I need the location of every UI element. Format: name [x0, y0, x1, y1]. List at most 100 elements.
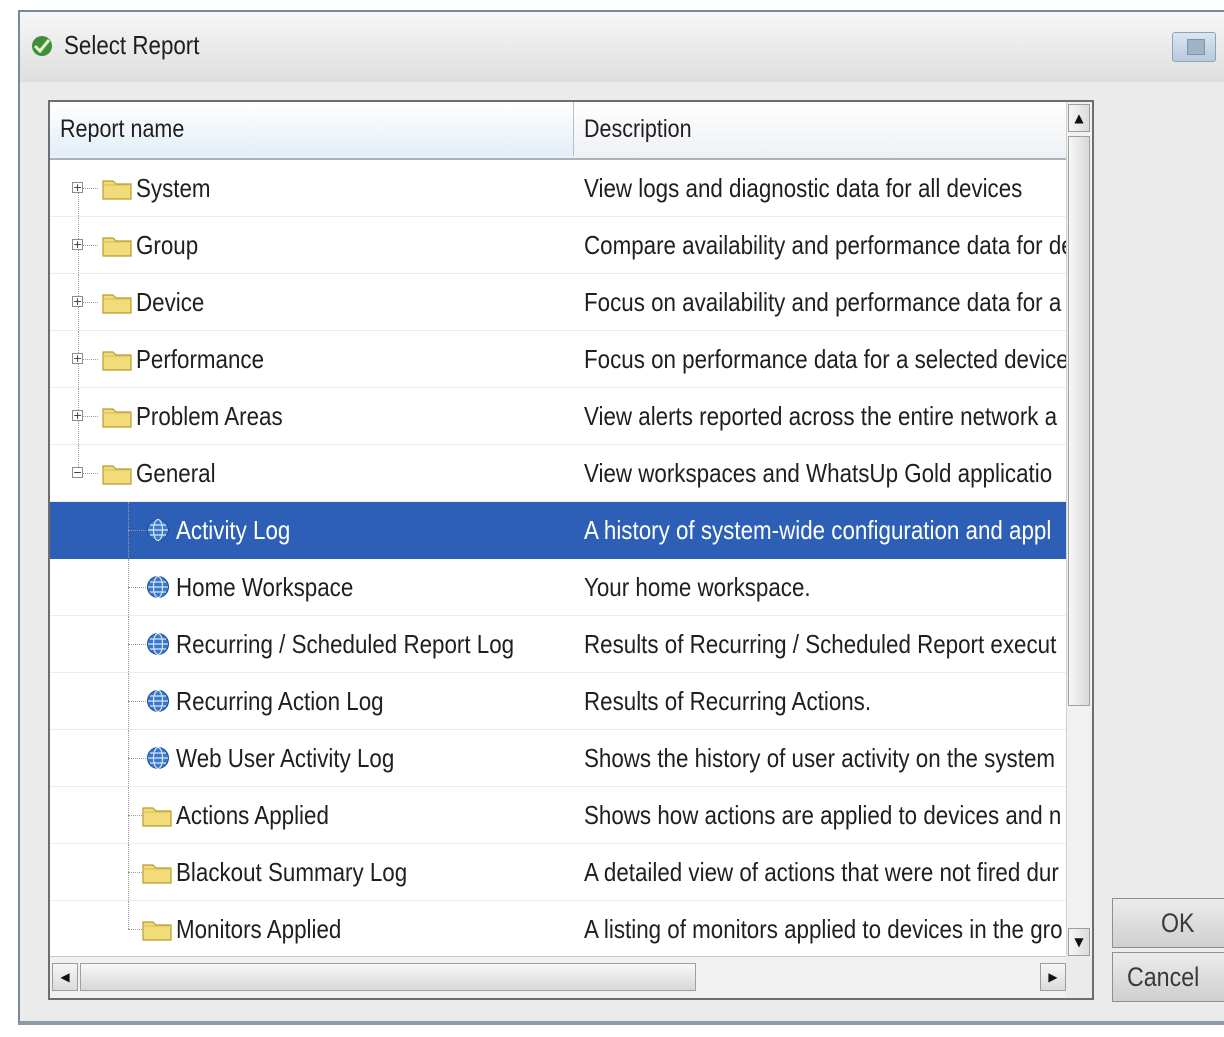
report-description: A history of system-wide configuration a…: [584, 515, 1052, 545]
table-row[interactable]: Home Workspace Your home workspace.: [50, 559, 1068, 616]
report-name: System: [136, 173, 211, 203]
expand-icon[interactable]: +: [72, 296, 83, 307]
dialog-title: Select Report: [64, 30, 200, 60]
scroll-left-button[interactable]: ◀: [52, 963, 78, 991]
vertical-scrollbar[interactable]: ▲ ▼: [1066, 102, 1092, 958]
report-name-cell: Recurring / Scheduled Report Log: [50, 616, 574, 672]
table-row[interactable]: − General View workspaces and WhatsUp Gold…: [50, 445, 1068, 502]
description-cell: A detailed view of actions that were not…: [584, 844, 1068, 900]
app-icon: [32, 36, 52, 56]
report-name-cell: + Device: [50, 274, 574, 330]
scroll-down-button[interactable]: ▼: [1068, 928, 1090, 956]
scroll-right-button[interactable]: ▶: [1040, 963, 1066, 991]
tree-line: [128, 587, 146, 588]
table-row[interactable]: + Device Focus on availability and perform…: [50, 274, 1068, 331]
report-name-cell: + Problem Areas: [50, 388, 574, 444]
column-header-description[interactable]: Description: [574, 102, 1068, 156]
description-cell: Compare availability and performance dat…: [584, 217, 1068, 273]
help-icon: [1187, 39, 1205, 55]
vertical-scroll-thumb[interactable]: [1068, 136, 1090, 706]
report-name: Problem Areas: [136, 401, 283, 431]
collapse-icon[interactable]: −: [72, 467, 83, 478]
description-cell: A history of system-wide configuration a…: [584, 502, 1068, 558]
report-name: Blackout Summary Log: [176, 857, 408, 887]
report-description: Focus on performance data for a selected…: [584, 344, 1068, 374]
table-row[interactable]: Monitors Applied A listing of monitors ap…: [50, 901, 1068, 958]
report-name-cell: + Group: [50, 217, 574, 273]
help-button[interactable]: [1172, 32, 1216, 62]
table-row[interactable]: Actions Applied Shows how actions are app…: [50, 787, 1068, 844]
cancel-button[interactable]: Cancel: [1112, 952, 1224, 1002]
report-description: Your home workspace.: [584, 572, 811, 602]
report-name: Home Workspace: [176, 572, 354, 602]
description-cell: View workspaces and WhatsUp Gold applica…: [584, 445, 1068, 501]
tree-line: [128, 901, 129, 929]
report-name-cell: Activity Log: [50, 502, 574, 558]
report-name-cell: + System: [50, 160, 574, 216]
globe-icon: [146, 518, 170, 542]
horizontal-scrollbar[interactable]: ◀ ▶: [50, 956, 1068, 998]
description-cell: A listing of monitors applied to devices…: [584, 901, 1068, 957]
report-name-cell: Monitors Applied: [50, 901, 574, 957]
scrollbar-corner: [1066, 956, 1092, 998]
report-description: Shows how actions are applied to devices…: [584, 800, 1062, 830]
report-description: Focus on availability and performance da…: [584, 287, 1062, 317]
report-name-cell: + Performance: [50, 331, 574, 387]
report-description: View logs and diagnostic data for all de…: [584, 173, 1023, 203]
expand-icon[interactable]: +: [72, 353, 83, 364]
table-row[interactable]: + Group Compare availability and performan…: [50, 217, 1068, 274]
report-description: A detailed view of actions that were not…: [584, 857, 1059, 887]
report-name: Actions Applied: [176, 800, 329, 830]
table-row[interactable]: Blackout Summary Log A detailed view of a…: [50, 844, 1068, 901]
report-description: Results of Recurring Actions.: [584, 686, 872, 716]
report-name: Performance: [136, 344, 265, 374]
folder-icon: [102, 176, 132, 200]
folder-icon: [102, 404, 132, 428]
report-tree-table: Report name Description + System View logs…: [48, 100, 1094, 1000]
report-name-cell: Blackout Summary Log: [50, 844, 574, 900]
report-name: Activity Log: [176, 515, 291, 545]
report-description: Compare availability and performance dat…: [584, 230, 1068, 260]
report-name-cell: Recurring Action Log: [50, 673, 574, 729]
table-row[interactable]: Web User Activity Log Shows the history o…: [50, 730, 1068, 787]
globe-icon: [146, 746, 170, 770]
report-description: View workspaces and WhatsUp Gold applica…: [584, 458, 1053, 488]
description-cell: Results of Recurring / Scheduled Report …: [584, 616, 1068, 672]
report-name: Monitors Applied: [176, 914, 342, 944]
folder-icon: [102, 290, 132, 314]
expand-icon[interactable]: +: [72, 239, 83, 250]
description-cell: Your home workspace.: [584, 559, 1068, 615]
tree-line: [128, 701, 146, 702]
table-row[interactable]: Recurring / Scheduled Report Log Results …: [50, 616, 1068, 673]
description-cell: Focus on availability and performance da…: [584, 274, 1068, 330]
table-row[interactable]: + Problem Areas View alerts reported acros…: [50, 388, 1068, 445]
folder-icon: [102, 347, 132, 371]
report-name: Device: [136, 287, 205, 317]
scroll-up-button[interactable]: ▲: [1068, 104, 1090, 132]
description-cell: View alerts reported across the entire n…: [584, 388, 1068, 444]
report-name-cell: Actions Applied: [50, 787, 574, 843]
tree-line: [128, 758, 146, 759]
folder-icon: [102, 233, 132, 257]
title-bar: Select Report: [20, 12, 1224, 82]
report-description: View alerts reported across the entire n…: [584, 401, 1058, 431]
select-report-dialog: Select Report Report name Description + S…: [18, 10, 1224, 1025]
description-cell: Focus on performance data for a selected…: [584, 331, 1068, 387]
report-name: Recurring Action Log: [176, 686, 384, 716]
description-cell: Shows how actions are applied to devices…: [584, 787, 1068, 843]
expand-icon[interactable]: +: [72, 182, 83, 193]
table-row[interactable]: + System View logs and diagnostic data for…: [50, 160, 1068, 217]
table-body: + System View logs and diagnostic data for…: [50, 160, 1068, 958]
table-row[interactable]: Activity Log A history of system-wide con…: [50, 502, 1068, 559]
column-header-report-name[interactable]: Report name: [50, 102, 574, 156]
report-name: Group: [136, 230, 199, 260]
expand-icon[interactable]: +: [72, 410, 83, 421]
tree-line: [128, 530, 146, 531]
description-cell: View logs and diagnostic data for all de…: [584, 160, 1068, 216]
horizontal-scroll-thumb[interactable]: [80, 963, 696, 991]
report-name-cell: Web User Activity Log: [50, 730, 574, 786]
table-row[interactable]: + Performance Focus on performance data fo…: [50, 331, 1068, 388]
ok-button[interactable]: OK: [1112, 898, 1224, 948]
table-row[interactable]: Recurring Action Log Results of Recurring…: [50, 673, 1068, 730]
report-name-cell: Home Workspace: [50, 559, 574, 615]
